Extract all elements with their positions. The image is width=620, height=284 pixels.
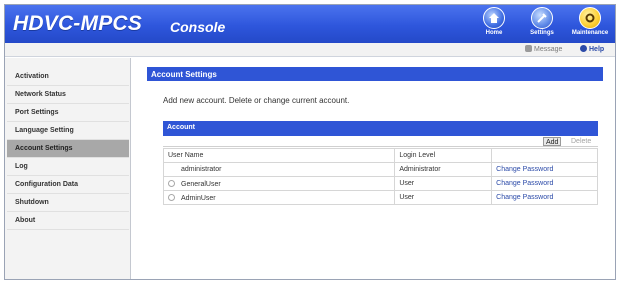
sub-toolbar: Message Help xyxy=(5,43,615,57)
sidebar-item-label: Account Settings xyxy=(15,145,73,152)
column-header-actions xyxy=(491,148,598,163)
sidebar-item-label: Language Setting xyxy=(15,127,74,134)
user-name: administrator xyxy=(181,166,222,173)
sidebar: Activation Network Status Port Settings … xyxy=(5,58,131,279)
nav-home-button[interactable]: Home xyxy=(471,7,517,41)
account-toolbar: Add Delete xyxy=(163,136,598,147)
sidebar-item-account-settings[interactable]: Account Settings xyxy=(7,140,129,158)
sidebar-item-shutdown[interactable]: Shutdown xyxy=(7,194,129,212)
help-link[interactable]: Help xyxy=(580,45,604,53)
login-level-cell: User xyxy=(394,176,493,191)
page-title: Account Settings xyxy=(147,67,603,81)
sidebar-item-label: Shutdown xyxy=(15,199,49,206)
app-name: HDVC-MPCS xyxy=(13,12,142,35)
help-icon xyxy=(580,45,587,52)
table-row: AdminUser User Change Password xyxy=(162,190,598,205)
action-cell: Change Password xyxy=(491,176,598,191)
sidebar-item-label: Configuration Data xyxy=(15,181,78,188)
sidebar-item-label: Log xyxy=(15,163,28,170)
sidebar-item-configuration-data[interactable]: Configuration Data xyxy=(7,176,129,194)
user-cell: AdminUser xyxy=(162,190,396,205)
sidebar-item-label: Network Status xyxy=(15,91,66,98)
delete-button[interactable]: Delete xyxy=(569,137,593,146)
row-select-checkbox[interactable] xyxy=(168,179,175,187)
top-header: HDVC-MPCS Console Home Settings Maintena… xyxy=(5,5,615,43)
sidebar-item-port-settings[interactable]: Port Settings xyxy=(7,104,129,122)
add-button[interactable]: Add xyxy=(543,137,562,146)
user-cell: GeneralUser xyxy=(162,176,396,191)
help-label: Help xyxy=(589,46,605,53)
message-icon xyxy=(525,45,532,52)
change-password-link[interactable]: Change Password xyxy=(496,194,553,201)
account-table: User Name Login Level administrator Admi… xyxy=(162,148,598,205)
sidebar-item-about[interactable]: About xyxy=(7,212,129,230)
column-header-login-level: Login Level xyxy=(394,148,493,163)
sidebar-item-label: Port Settings xyxy=(15,109,59,116)
console-label: Console xyxy=(170,19,226,35)
intro-text: Add new account. Delete or change curren… xyxy=(163,96,350,105)
table-row: administrator Administrator Change Passw… xyxy=(162,162,598,177)
sidebar-item-log[interactable]: Log xyxy=(7,158,129,176)
login-level-cell: User xyxy=(394,190,493,205)
user-cell: administrator xyxy=(162,162,396,177)
user-name: AdminUser xyxy=(181,194,216,202)
row-select-checkbox[interactable] xyxy=(168,193,175,201)
change-password-link[interactable]: Change Password xyxy=(496,166,553,173)
nav-maintenance-button[interactable]: Maintenance xyxy=(567,7,613,41)
nav-settings-label: Settings xyxy=(530,30,554,36)
app-window: HDVC-MPCS Console Home Settings Maintena… xyxy=(4,4,616,280)
action-cell: Change Password xyxy=(491,190,598,205)
nav-settings-button[interactable]: Settings xyxy=(519,7,565,41)
message-label: Message xyxy=(534,46,563,53)
sidebar-item-label: About xyxy=(15,217,36,224)
account-panel-header: Account xyxy=(163,121,598,136)
login-level-cell: Administrator xyxy=(394,162,493,177)
message-link[interactable]: Message xyxy=(525,45,562,53)
nav-maintenance-label: Maintenance xyxy=(571,30,609,36)
table-row: GeneralUser User Change Password xyxy=(162,176,598,191)
sidebar-item-label: Activation xyxy=(15,73,49,80)
action-cell: Change Password xyxy=(491,162,598,177)
nav-home-label: Home xyxy=(485,30,503,36)
column-header-user-name: User Name xyxy=(162,148,396,163)
sidebar-item-language-setting[interactable]: Language Setting xyxy=(7,122,129,140)
change-password-link[interactable]: Change Password xyxy=(496,180,553,187)
sidebar-item-network-status[interactable]: Network Status xyxy=(7,86,129,104)
user-name: GeneralUser xyxy=(181,180,221,188)
sidebar-item-activation[interactable]: Activation xyxy=(7,68,129,86)
table-header-row: User Name Login Level xyxy=(162,148,598,163)
